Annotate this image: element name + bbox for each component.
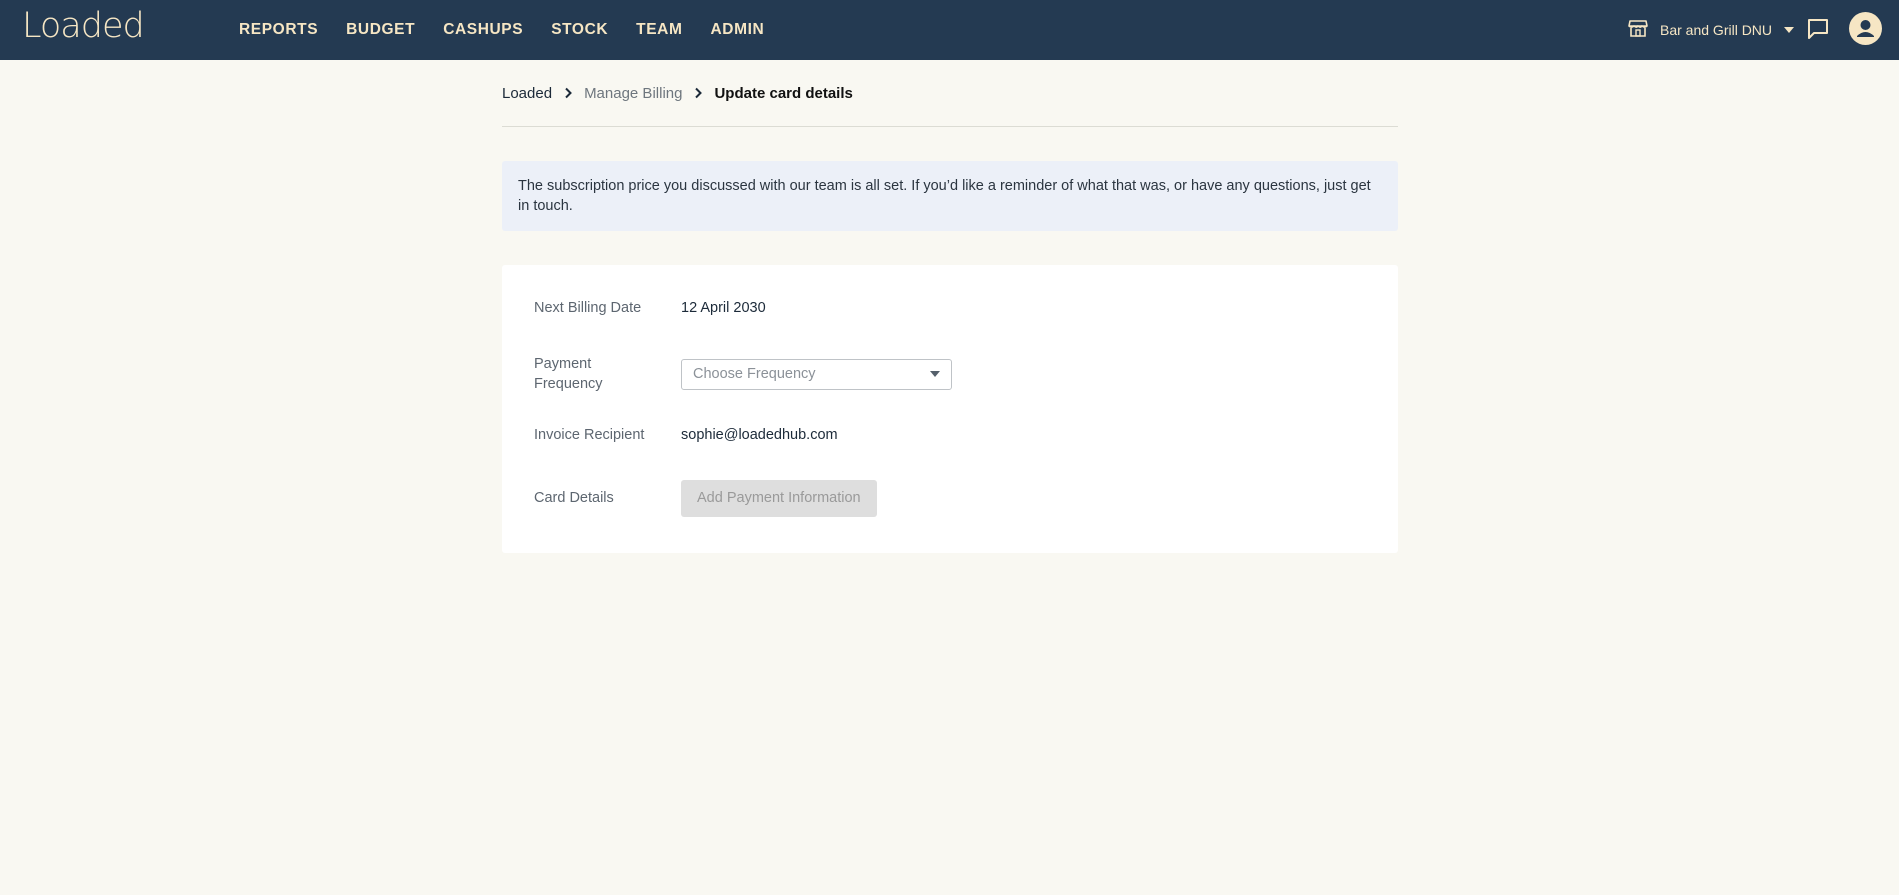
chevron-down-icon (1784, 27, 1795, 33)
invoice-recipient-row: Invoice Recipient sophie@loadedhub.com (534, 415, 1366, 455)
payment-frequency-row: Payment Frequency Choose Frequency (534, 350, 1366, 398)
payment-frequency-placeholder: Choose Frequency (693, 366, 816, 382)
chevron-down-icon (930, 371, 940, 377)
payment-frequency-label: Payment Frequency (534, 356, 603, 392)
nav-item-stock[interactable]: STOCK (551, 21, 608, 39)
user-avatar-icon[interactable] (1849, 12, 1882, 45)
store-icon (1628, 18, 1648, 43)
chat-icon[interactable] (1806, 17, 1830, 41)
store-name: Bar and Grill DNU (1660, 22, 1773, 38)
invoice-recipient-value: sophie@loadedhub.com (681, 427, 838, 443)
chevron-right-icon (682, 87, 714, 99)
card-details-row: Card Details Add Payment Information (534, 478, 1366, 518)
chevron-right-icon (552, 87, 584, 99)
add-payment-information-button[interactable]: Add Payment Information (681, 479, 877, 517)
breadcrumb-loaded[interactable]: Loaded (502, 85, 552, 102)
next-billing-date-row: Next Billing Date 12 April 2030 (534, 285, 1366, 331)
next-billing-date-label: Next Billing Date (534, 300, 642, 316)
brand-logo[interactable]: Loaded (22, 6, 145, 46)
breadcrumb-update-card-details: Update card details (714, 84, 853, 102)
store-selector[interactable]: Bar and Grill DNU (1628, 15, 1795, 45)
nav-item-admin[interactable]: ADMIN (710, 21, 764, 39)
card-details-label: Card Details (534, 490, 614, 506)
main-content: Loaded Manage Billing Update card detail… (502, 60, 1398, 553)
nav-item-budget[interactable]: BUDGET (346, 21, 415, 39)
payment-frequency-select[interactable]: Choose Frequency (681, 358, 952, 390)
top-navigation-bar: Loaded REPORTS BUDGET CASHUPS STOCK TEAM… (0, 0, 1899, 60)
breadcrumb-manage-billing[interactable]: Manage Billing (584, 85, 682, 102)
breadcrumb: Loaded Manage Billing Update card detail… (502, 60, 1398, 127)
info-banner: The subscription price you discussed wit… (502, 161, 1398, 231)
invoice-recipient-label: Invoice Recipient (534, 427, 645, 443)
main-nav: REPORTS BUDGET CASHUPS STOCK TEAM ADMIN (239, 0, 792, 60)
billing-details-card: Next Billing Date 12 April 2030 Payment … (502, 265, 1398, 553)
nav-item-team[interactable]: TEAM (636, 21, 682, 39)
next-billing-date-value: 12 April 2030 (681, 300, 766, 316)
nav-item-cashups[interactable]: CASHUPS (443, 21, 523, 39)
nav-item-reports[interactable]: REPORTS (239, 21, 318, 39)
